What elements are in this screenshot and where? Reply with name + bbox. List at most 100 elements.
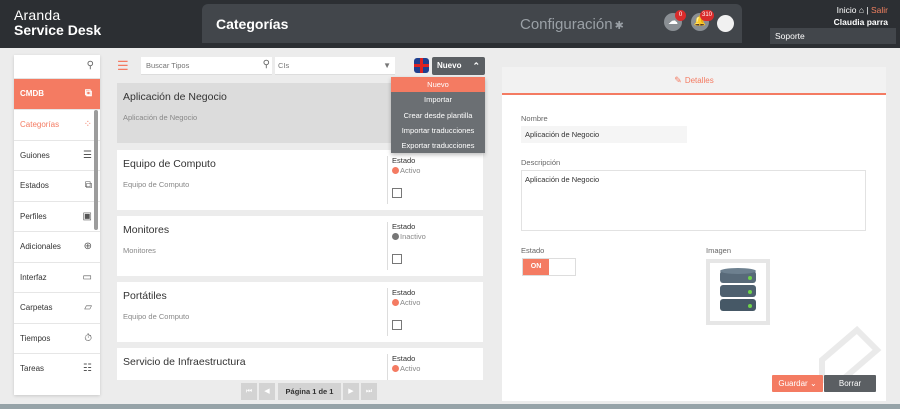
description-field[interactable]: Aplicación de Negocio bbox=[521, 170, 866, 231]
page-title: Categorías bbox=[216, 16, 289, 32]
prev-page-button[interactable]: ◀ bbox=[259, 383, 275, 400]
home-link[interactable]: Inicio bbox=[837, 5, 857, 15]
sidebar-item-guiones[interactable]: Guiones ☰ bbox=[14, 141, 100, 171]
image-label: Imagen bbox=[706, 246, 732, 255]
bell-badge: 310 bbox=[700, 10, 715, 21]
sidebar-item-interfaz[interactable]: Interfaz ▭ bbox=[14, 263, 100, 293]
item-title: Equipo de Computo bbox=[123, 158, 216, 170]
menu-item-importar-traducciones[interactable]: Importar traducciones bbox=[391, 123, 485, 138]
status-dot-icon bbox=[392, 365, 399, 372]
item-title: Servicio de Infraestructura bbox=[123, 356, 246, 368]
state-label: Estado bbox=[392, 222, 416, 231]
search-icon[interactable]: ⚲ bbox=[263, 59, 270, 70]
menu-item-importar[interactable]: Importar bbox=[391, 92, 485, 107]
stopwatch-icon: ⏱ bbox=[84, 332, 92, 344]
home-icon[interactable]: ⌂ bbox=[859, 5, 864, 15]
sidebar-item-label: Categorías bbox=[20, 120, 60, 129]
item-subtitle: Aplicación de Negocio bbox=[123, 113, 198, 122]
section-label: Configuración bbox=[520, 16, 613, 33]
list-icon: ☰ bbox=[83, 149, 92, 161]
state-text: Inactivo bbox=[400, 232, 426, 241]
tab-detalles[interactable]: ✎ Detalles bbox=[502, 67, 886, 95]
category-image[interactable] bbox=[706, 259, 770, 325]
name-label: Nombre bbox=[521, 114, 548, 123]
sidebar-item-perfiles[interactable]: Perfiles ▣ bbox=[14, 202, 100, 232]
menu-item-exportar-traducciones[interactable]: Exportar traducciones bbox=[391, 138, 485, 153]
sidebar-item-estados[interactable]: Estados ⧉ bbox=[14, 171, 100, 202]
delete-button[interactable]: Borrar bbox=[824, 375, 876, 392]
folder-icon: ▱ bbox=[84, 302, 92, 313]
sidebar-scrollbar[interactable] bbox=[94, 110, 98, 230]
next-page-button[interactable]: ▶ bbox=[343, 383, 359, 400]
project-select[interactable]: Soporte bbox=[770, 28, 896, 44]
sidebar-item-label: Tareas bbox=[20, 364, 45, 373]
menu-item-nuevo[interactable]: Nuevo bbox=[391, 77, 485, 93]
nuevo-button[interactable]: Nuevo ⌃ bbox=[432, 57, 485, 75]
status-dot-icon bbox=[392, 233, 399, 240]
edit-icon: ✎ bbox=[674, 75, 682, 85]
sidebar: ⚲ CMDB ⧉ Categorías ⁘ Guiones ☰ Estados … bbox=[14, 55, 100, 395]
state-value: Activo bbox=[392, 364, 420, 373]
cloud-badge: 0 bbox=[675, 10, 686, 21]
row-checkbox[interactable] bbox=[392, 254, 402, 264]
chevron-down-icon: ⌄ bbox=[809, 379, 817, 388]
search-icon[interactable]: ⚲ bbox=[87, 60, 94, 71]
sidebar-item-cmdb[interactable]: CMDB ⧉ bbox=[14, 79, 100, 110]
sidebar-item-adicionales[interactable]: Adicionales ⊕ bbox=[14, 232, 100, 263]
last-page-button[interactable]: ⏭ bbox=[361, 383, 377, 400]
sidebar-item-tareas[interactable]: Tareas ☷ bbox=[14, 354, 100, 385]
cis-select[interactable]: CIs ▼ bbox=[275, 57, 395, 75]
list-item[interactable]: Equipo de Computo Equipo de Computo Esta… bbox=[117, 150, 483, 210]
item-title: Monitores bbox=[123, 224, 170, 236]
search-input[interactable] bbox=[141, 57, 251, 74]
row-checkbox[interactable] bbox=[392, 320, 402, 330]
search-tipos: ⚲ bbox=[141, 57, 272, 75]
sidebar-item-label: CMDB bbox=[20, 89, 44, 98]
sidebar-item-carpetas[interactable]: Carpetas ▱ bbox=[14, 293, 100, 324]
section-title: Configuración ✱ bbox=[520, 16, 624, 33]
server-icon bbox=[720, 268, 756, 311]
logo-line2: Service Desk bbox=[14, 22, 102, 38]
state-label: Estado bbox=[521, 246, 545, 255]
list-item[interactable]: Monitores Monitores Estado Inactivo bbox=[117, 216, 483, 276]
state-toggle[interactable]: ON bbox=[522, 258, 576, 276]
name-field[interactable] bbox=[521, 126, 687, 143]
state-text: Activo bbox=[400, 364, 421, 373]
sidebar-search[interactable]: ⚲ bbox=[14, 55, 100, 79]
title-box: Categorías Configuración ✱ bbox=[202, 4, 742, 43]
logo: Aranda Service Desk bbox=[14, 8, 101, 38]
copy-icon: ⧉ bbox=[84, 180, 92, 191]
item-subtitle: Monitores bbox=[123, 246, 156, 255]
page-indicator: Página 1 de 1 bbox=[278, 383, 341, 400]
tasks-icon: ☷ bbox=[83, 363, 92, 374]
tab-label: Detalles bbox=[684, 76, 714, 85]
row-checkbox[interactable] bbox=[392, 188, 402, 198]
sidebar-item-categorias[interactable]: Categorías ⁘ bbox=[14, 110, 100, 141]
sidebar-item-tiempos[interactable]: Tiempos ⏱ bbox=[14, 324, 100, 354]
sidebar-item-label: Adicionales bbox=[20, 242, 61, 251]
state-label: Estado bbox=[392, 156, 416, 165]
hamburger-icon[interactable]: ☰ bbox=[117, 59, 131, 72]
item-title: Aplicación de Negocio bbox=[123, 91, 227, 103]
list-item[interactable]: Servicio de Infraestructura Estado Activ… bbox=[117, 348, 483, 380]
sidebar-item-label: Interfaz bbox=[20, 272, 47, 282]
state-text: Activo bbox=[400, 298, 421, 307]
state-text: Activo bbox=[400, 166, 421, 175]
item-subtitle: Equipo de Computo bbox=[123, 312, 190, 321]
top-links: Inicio ⌂ | Salir Claudia parra bbox=[834, 5, 888, 27]
divider bbox=[387, 222, 388, 270]
state-value: Activo bbox=[392, 166, 420, 175]
menu-item-crear-desde-plantilla[interactable]: Crear desde plantilla bbox=[391, 108, 485, 123]
sidebar-item-label: Carpetas bbox=[20, 303, 53, 312]
first-page-button[interactable]: ⏮ bbox=[241, 383, 257, 400]
chevron-up-icon: ⌃ bbox=[472, 61, 480, 71]
save-button[interactable]: Guardar ⌄ bbox=[772, 375, 823, 392]
list-item[interactable]: Portátiles Equipo de Computo Estado Acti… bbox=[117, 282, 483, 342]
item-subtitle: Equipo de Computo bbox=[123, 180, 190, 189]
language-flag-icon[interactable] bbox=[414, 58, 429, 73]
avatar[interactable] bbox=[717, 15, 734, 32]
user-name: Claudia parra bbox=[833, 17, 888, 27]
divider bbox=[387, 288, 388, 336]
logout-link[interactable]: Salir bbox=[871, 5, 888, 15]
link-separator: | bbox=[866, 5, 869, 15]
